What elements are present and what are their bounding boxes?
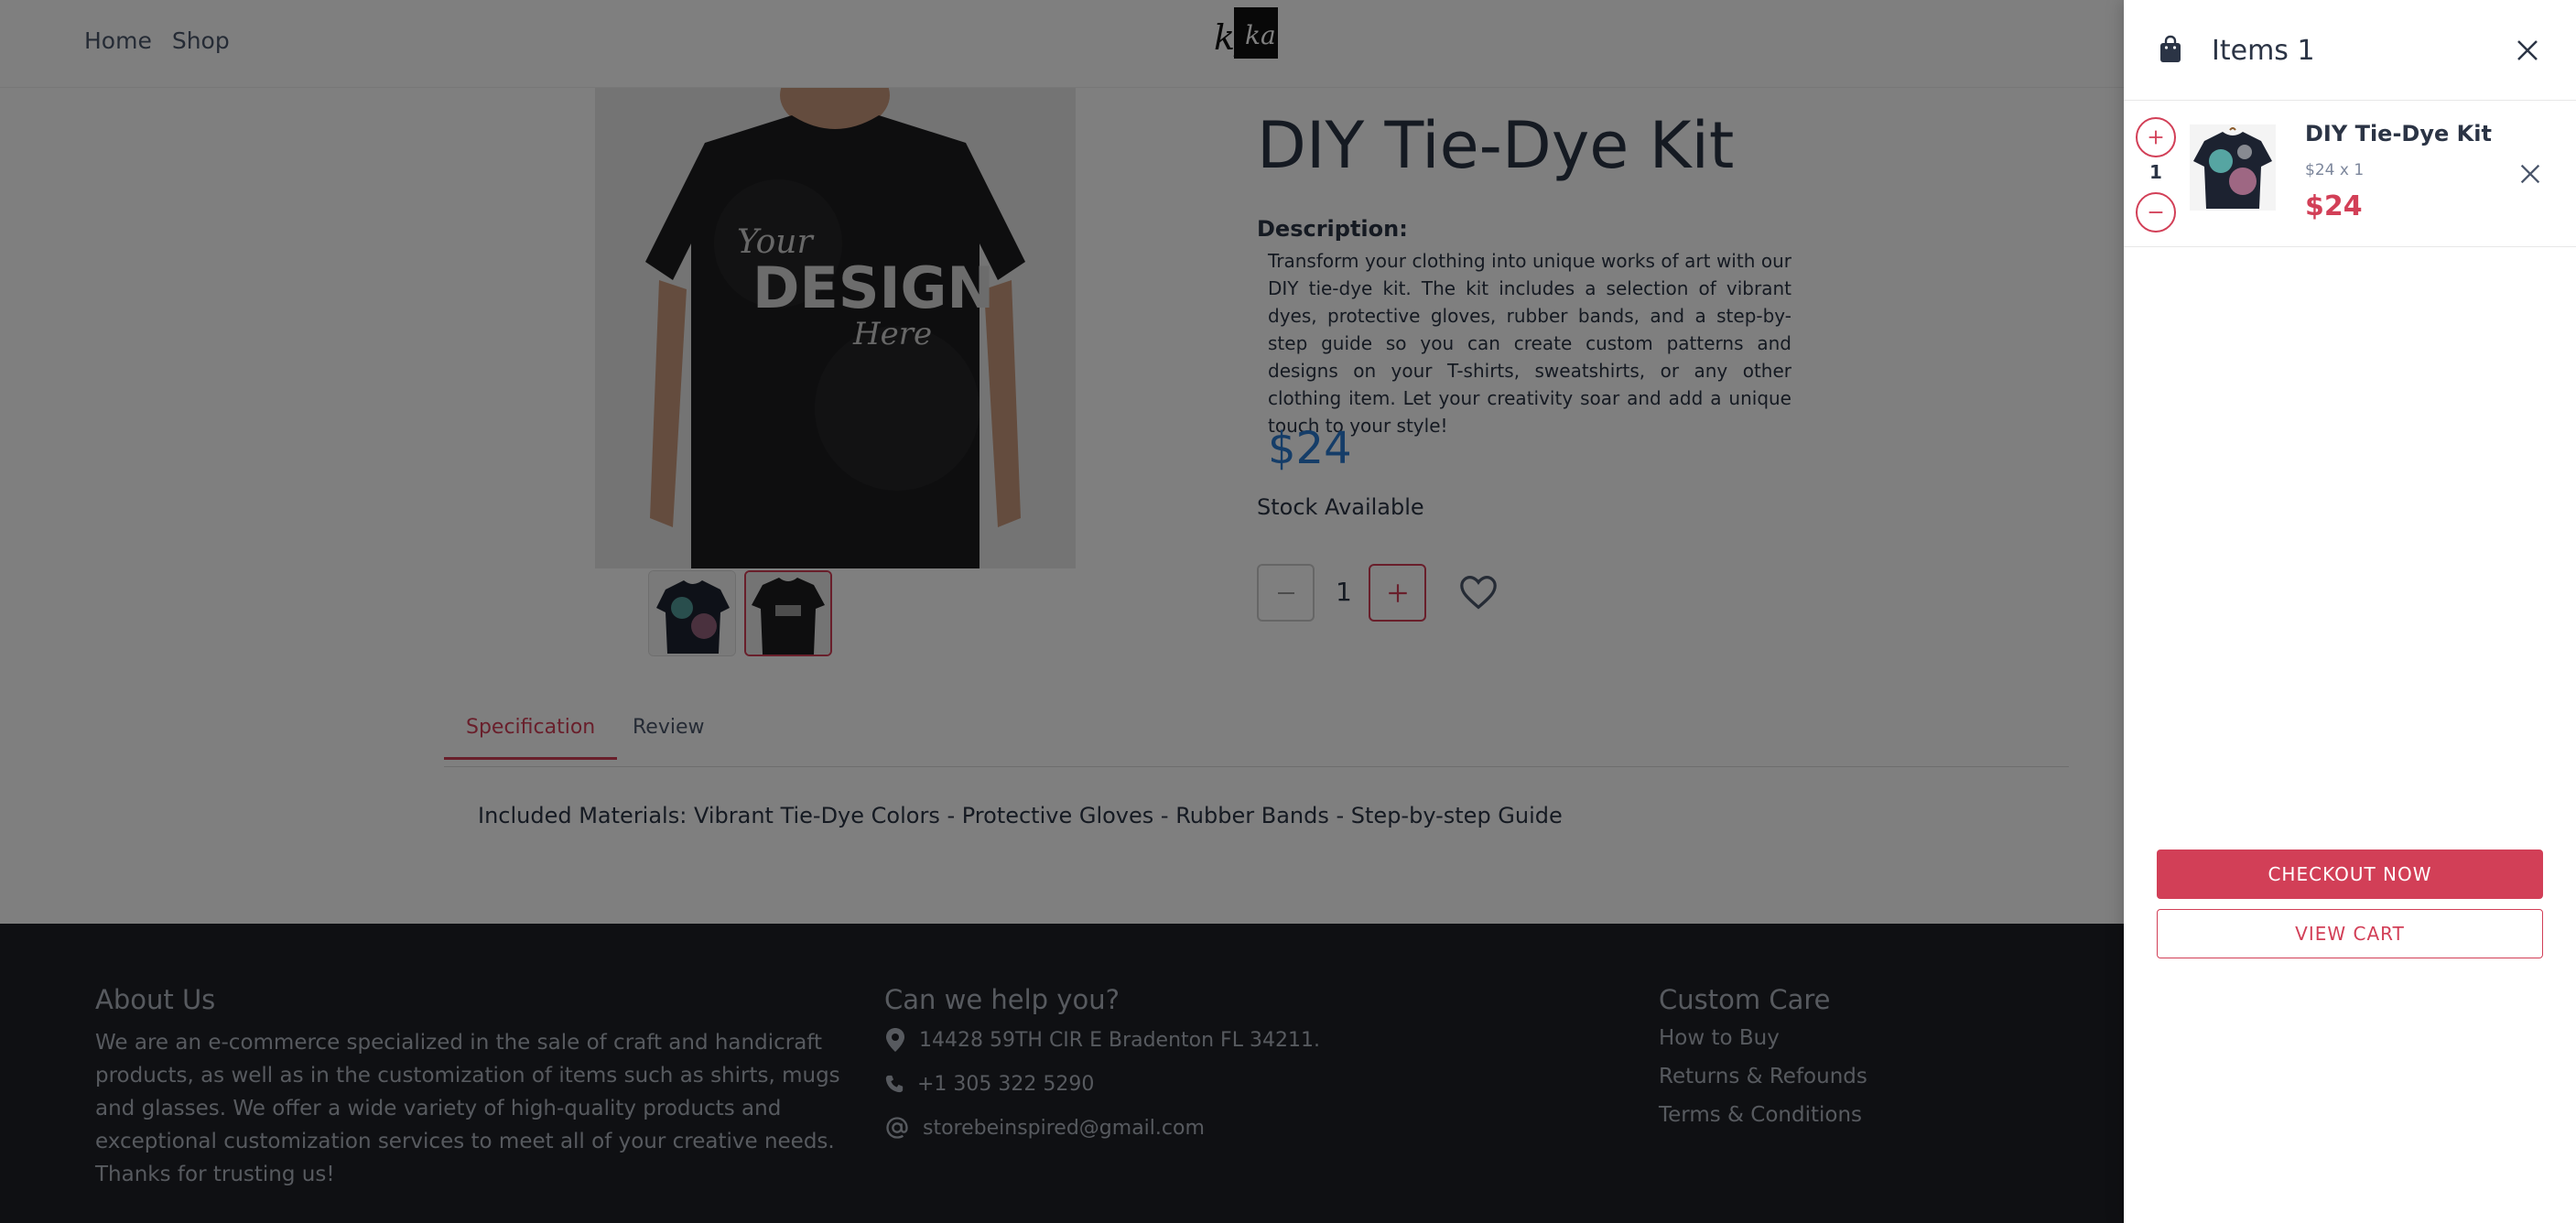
cart-item-quantity: 1 bbox=[2149, 161, 2162, 183]
cart-item-unit-price: $24 x 1 bbox=[2305, 161, 2365, 179]
cart-item-name[interactable]: DIY Tie-Dye Kit bbox=[2305, 121, 2492, 146]
cart-item: 1 DIY Tie-Dye Kit $24 x 1 $24 bbox=[2124, 101, 2576, 247]
minus-icon bbox=[2148, 211, 2163, 213]
cart-item-image[interactable] bbox=[2190, 124, 2276, 211]
cart-item-decrease-button[interactable] bbox=[2136, 192, 2176, 233]
cart-header: Items 1 bbox=[2124, 0, 2576, 101]
view-cart-button[interactable]: VIEW CART bbox=[2157, 909, 2543, 958]
cart-drawer: Items 1 1 DIY Tie-Dye Kit $24 x 1 $24 CH… bbox=[2124, 0, 2576, 1223]
cart-item-total: $24 bbox=[2305, 190, 2363, 222]
remove-item-icon[interactable] bbox=[2517, 161, 2543, 187]
shopping-bag-icon bbox=[2160, 35, 2181, 62]
close-icon[interactable] bbox=[2514, 37, 2541, 64]
cart-item-increase-button[interactable] bbox=[2136, 117, 2176, 157]
plus-icon bbox=[2148, 130, 2163, 145]
cart-title: Items 1 bbox=[2212, 35, 2315, 67]
checkout-now-button[interactable]: CHECKOUT NOW bbox=[2157, 850, 2543, 899]
